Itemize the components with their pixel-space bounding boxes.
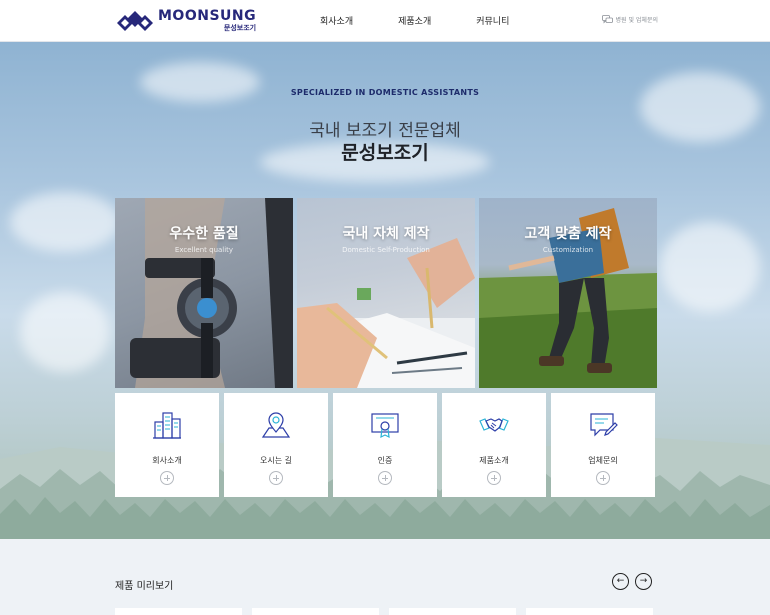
inquiry-label: 병원 및 업체문의 — [615, 17, 658, 24]
panel-subtitle: Domestic Self-Production — [342, 246, 430, 254]
logo-subtitle: 문성보조기 — [223, 24, 257, 32]
hero-title: 문성보조기 — [341, 142, 429, 164]
feature-panel-custom[interactable]: 고객 맞춤 제작 Customization — [479, 198, 657, 388]
product-thumbnail[interactable] — [115, 608, 242, 615]
card-certification[interactable]: 인증 — [333, 393, 437, 497]
inquiry-icon — [590, 413, 618, 437]
plus-icon[interactable] — [596, 471, 610, 485]
site-header: MOONSUNG 문성보조기 회사소개 제품소개 커뮤니티 병원 및 업체문의 — [0, 0, 770, 42]
chat-icon — [601, 15, 613, 24]
map-pin-icon — [261, 412, 291, 438]
next-arrow-button[interactable]: → — [635, 573, 652, 590]
panel-subtitle: Excellent quality — [174, 246, 234, 254]
card-company[interactable]: 회사소개 — [115, 393, 219, 497]
panel-subtitle: Customization — [542, 246, 594, 254]
card-label: 제품소개 — [479, 456, 509, 465]
product-thumbnail[interactable] — [389, 608, 516, 615]
hero-tagline: SPECIALIZED IN DOMESTIC ASSISTANTS — [290, 88, 480, 97]
certificate-icon — [371, 413, 399, 439]
nav-item-community[interactable]: 커뮤니티 — [476, 14, 509, 27]
product-preview-section: 제품 미리보기 ← → — [0, 539, 770, 615]
panel-title: 고객 맞춤 제작 — [524, 226, 612, 242]
nav-item-products[interactable]: 제품소개 — [398, 14, 431, 27]
cloud-decoration — [660, 222, 760, 312]
handshake-icon — [479, 418, 509, 432]
arrow-right-icon: → — [639, 576, 648, 586]
arrow-left-icon: ← — [616, 576, 625, 586]
card-label: 인증 — [377, 456, 393, 465]
plus-icon[interactable] — [160, 471, 174, 485]
cloud-decoration — [10, 192, 120, 252]
card-label: 업체문의 — [588, 456, 618, 465]
product-thumbnail[interactable] — [526, 608, 653, 615]
card-inquiry[interactable]: 업체문의 — [551, 393, 655, 497]
logo[interactable]: MOONSUNG 문성보조기 — [115, 8, 256, 34]
building-icon — [153, 412, 181, 439]
panel-title: 우수한 품질 — [169, 226, 239, 242]
plus-icon[interactable] — [487, 471, 501, 485]
hero-section: SPECIALIZED IN DOMESTIC ASSISTANTS 국내 보조… — [0, 42, 770, 539]
logo-mark-icon — [117, 11, 153, 31]
feature-panel-quality[interactable]: 우수한 품질 Excellent quality — [115, 198, 293, 388]
plus-icon[interactable] — [378, 471, 392, 485]
card-products[interactable]: 제품소개 — [442, 393, 546, 497]
prev-arrow-button[interactable]: ← — [612, 573, 629, 590]
card-directions[interactable]: 오시는 길 — [224, 393, 328, 497]
section-title: 제품 미리보기 — [115, 581, 174, 592]
product-thumbnail[interactable] — [252, 608, 379, 615]
main-nav: 회사소개 제품소개 커뮤니티 — [320, 14, 554, 27]
panel-title: 국내 자체 제작 — [342, 226, 430, 242]
logo-wordmark: MOONSUNG — [158, 8, 257, 24]
inquiry-link[interactable]: 병원 및 업체문의 — [601, 15, 658, 24]
plus-icon[interactable] — [269, 471, 283, 485]
card-label: 회사소개 — [152, 456, 182, 465]
cloud-decoration — [20, 292, 110, 372]
feature-panel-production[interactable]: 국내 자체 제작 Domestic Self-Production — [297, 198, 475, 388]
nav-item-company[interactable]: 회사소개 — [320, 14, 353, 27]
card-label: 오시는 길 — [260, 456, 292, 465]
